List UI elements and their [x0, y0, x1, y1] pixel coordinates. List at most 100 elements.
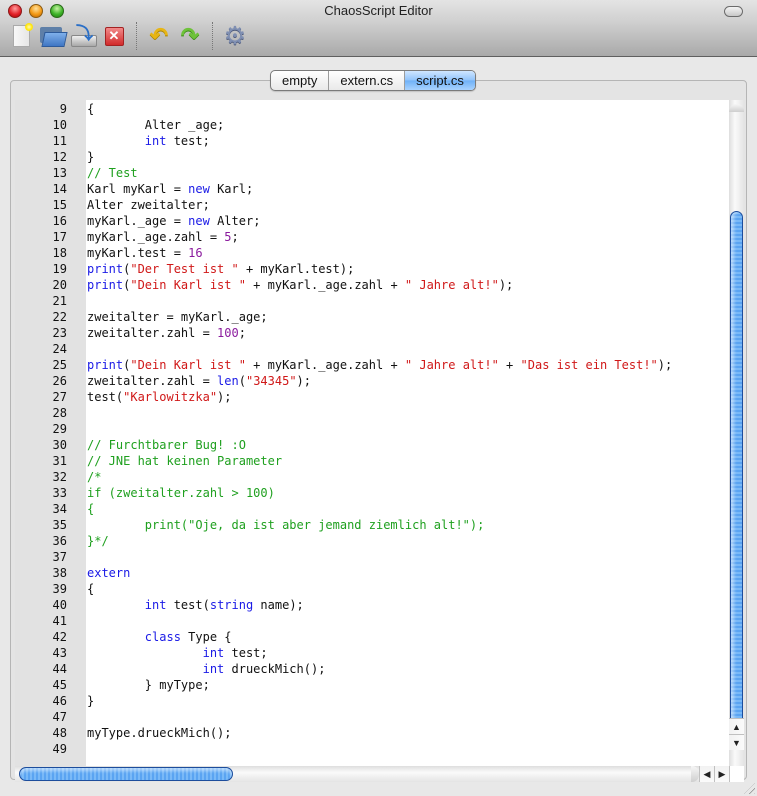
tab-extern-cs[interactable]: extern.cs [329, 71, 406, 90]
code-line[interactable]: 13 // Test [15, 165, 729, 181]
code-area[interactable]: 9{10 Alter _age; 11 int test; 12} 13// Test… [15, 101, 729, 757]
code-token: int [144, 598, 167, 612]
line-number: 43 [52, 646, 67, 660]
code-line[interactable]: 19 print("Der Test ist " + myKarl.test); [15, 261, 729, 277]
code-line[interactable]: 17 myKarl._age.zahl = 5; [15, 229, 729, 245]
code-line[interactable]: 11 int test; [15, 133, 729, 149]
code-token: } [87, 150, 95, 164]
code-line[interactable]: 14 Karl myKarl = new Karl; [15, 181, 729, 197]
line-number: 21 [52, 294, 67, 308]
tab-empty[interactable]: empty [271, 71, 330, 90]
code-line[interactable]: 40 int test(string name); [15, 597, 729, 613]
vertical-scroll-thumb[interactable] [730, 211, 743, 733]
code-line[interactable]: 47 [15, 709, 729, 725]
code-token: // JNE hat keinen Parameter [87, 454, 283, 468]
line-text: myKarl._age.zahl = 5; [87, 229, 239, 245]
code-token: " Jahre alt!" [404, 278, 499, 292]
code-line[interactable]: 37 [15, 549, 729, 565]
new-button[interactable] [8, 23, 34, 49]
tab-script-cs[interactable]: script.cs [405, 71, 475, 90]
code-line[interactable]: 12} [15, 149, 729, 165]
code-line[interactable]: 24 [15, 341, 729, 357]
line-number: 40 [52, 598, 67, 612]
code-line[interactable]: 43 int test; [15, 645, 729, 661]
code-line[interactable]: 32 /* [15, 469, 729, 485]
code-line[interactable]: 41 [15, 613, 729, 629]
code-line[interactable]: 27 test("Karlowitzka"); [15, 389, 729, 405]
line-number: 36 [52, 534, 67, 548]
line-number: 23 [52, 326, 67, 340]
resize-grip-icon[interactable] [744, 783, 755, 794]
code-line[interactable]: 26 zweitalter.zahl = len("34345"); [15, 373, 729, 389]
code-token: }*/ [87, 534, 109, 548]
code-token: /* [87, 470, 102, 484]
scroll-up-button[interactable]: ▲ [729, 718, 744, 734]
code-token: Alter; [209, 214, 261, 228]
code-line[interactable]: 46} [15, 693, 729, 709]
line-number: 38 [52, 566, 67, 580]
line-text: /* [87, 469, 101, 485]
line-text: Karl myKarl = new Karl; [87, 181, 253, 197]
line-text: { [87, 501, 94, 517]
line-number: 19 [52, 262, 67, 276]
code-token: int [144, 134, 167, 148]
line-number: 24 [52, 342, 67, 356]
code-line[interactable]: 34 { [15, 501, 729, 517]
vertical-scrollbar[interactable]: ▲ ▼ [729, 100, 744, 766]
code-line[interactable]: 22 zweitalter = myKarl._age; [15, 309, 729, 325]
horizontal-scroll-thumb[interactable] [19, 767, 233, 781]
close-document-button[interactable]: ✕ [101, 23, 127, 49]
code-token: test( [87, 390, 124, 404]
save-button[interactable] [70, 19, 97, 49]
line-text: zweitalter.zahl = len("34345"); [87, 373, 311, 389]
scroll-right-button[interactable]: ▶ [714, 766, 729, 782]
open-button[interactable] [39, 23, 65, 49]
code-line[interactable]: 18 myKarl.test = 16 [15, 245, 729, 261]
line-number: 9 [59, 102, 67, 116]
code-token: + myKarl.test); [238, 262, 355, 276]
code-line[interactable]: 25 print("Dein Karl ist " + myKarl._age.z… [15, 357, 729, 373]
code-line[interactable]: 15 Alter zweitalter; [15, 197, 729, 213]
code-token: zweitalter.zahl = [87, 326, 218, 340]
redo-icon: ↷ [180, 23, 200, 48]
code-line[interactable]: 31 // JNE hat keinen Parameter [15, 453, 729, 469]
gear-icon: ⚙ [223, 21, 247, 50]
vertical-scroll-track-top [729, 104, 744, 112]
code-line[interactable]: 36 }*/ [15, 533, 729, 549]
horizontal-scrollbar[interactable]: ◀ ▶ [15, 766, 729, 782]
undo-button[interactable]: ↶ [146, 23, 172, 49]
code-token: myKarl._age.zahl = [87, 230, 225, 244]
code-line[interactable]: 48 myType.drueckMich(); [15, 725, 729, 741]
code-token: "Der Test ist " [130, 262, 239, 276]
line-text: class Type { [87, 629, 232, 645]
code-token: ; [238, 326, 246, 340]
code-line[interactable]: 10 Alter _age; [15, 117, 729, 133]
code-line[interactable]: 29 [15, 421, 729, 437]
line-text: // Test [87, 165, 138, 181]
scroll-left-button[interactable]: ◀ [699, 766, 714, 782]
toolbar-toggle-button[interactable] [724, 6, 743, 17]
code-line[interactable]: 16 myKarl._age = new Alter; [15, 213, 729, 229]
line-text: if (zweitalter.zahl > 100) [87, 485, 275, 501]
code-line[interactable]: 33 if (zweitalter.zahl > 100) [15, 485, 729, 501]
code-token: "Dein Karl ist " [130, 358, 246, 372]
code-line[interactable]: 42 class Type { [15, 629, 729, 645]
code-line[interactable]: 9{ [15, 101, 729, 117]
code-line[interactable]: 39 { [15, 581, 729, 597]
code-line[interactable]: 23 zweitalter.zahl = 100; [15, 325, 729, 341]
code-line[interactable]: 21 [15, 293, 729, 309]
code-line[interactable]: 49 [15, 741, 729, 757]
code-line[interactable]: 30 // Furchtbarer Bug! :O [15, 437, 729, 453]
code-line[interactable]: 38 extern [15, 565, 729, 581]
code-line[interactable]: 45 } myType; [15, 677, 729, 693]
redo-button[interactable]: ↷ [177, 23, 203, 49]
scroll-down-button[interactable]: ▼ [729, 734, 744, 750]
code-line[interactable]: 20 print("Dein Karl ist " + myKarl._age.z… [15, 277, 729, 293]
code-editor[interactable]: 9{10 Alter _age; 11 int test; 12} 13// Test… [15, 100, 729, 766]
code-line[interactable]: 35 print("Oje, da ist aber jemand ziemli… [15, 517, 729, 533]
code-line[interactable]: 44 int drueckMich(); [15, 661, 729, 677]
code-line[interactable]: 28 [15, 405, 729, 421]
settings-button[interactable]: ⚙ [222, 23, 248, 49]
